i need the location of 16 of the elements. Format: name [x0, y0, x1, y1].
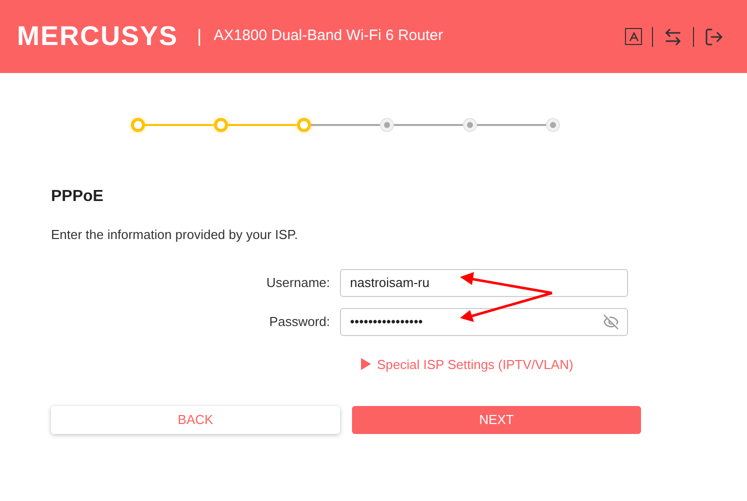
- header-separator: |: [197, 25, 202, 48]
- section-title: PPPoE: [51, 187, 104, 207]
- field-label: Password:: [268, 312, 331, 331]
- password-field[interactable]: ••••••••••••••••: [340, 308, 628, 336]
- logout-icon[interactable]: [704, 26, 724, 46]
- special-settings-link[interactable]: Special ISP Settings (IPTV/VLAN): [361, 354, 696, 374]
- logo: MERCUSYS: [17, 23, 178, 50]
- language-icon[interactable]: [625, 28, 642, 45]
- network-icon[interactable]: [663, 26, 683, 46]
- hide-password-icon[interactable]: [603, 314, 619, 330]
- back-button[interactable]: BACK: [51, 406, 340, 434]
- field-label: Username:: [265, 274, 331, 292]
- header-title: AX1800 Dual-Band Wi-Fi 6 Router: [214, 26, 443, 46]
- section-description: Enter the information provided by your ISP.: [51, 226, 299, 244]
- username-field[interactable]: nastroisam-ru: [340, 268, 628, 296]
- next-button[interactable]: NEXT: [352, 406, 641, 434]
